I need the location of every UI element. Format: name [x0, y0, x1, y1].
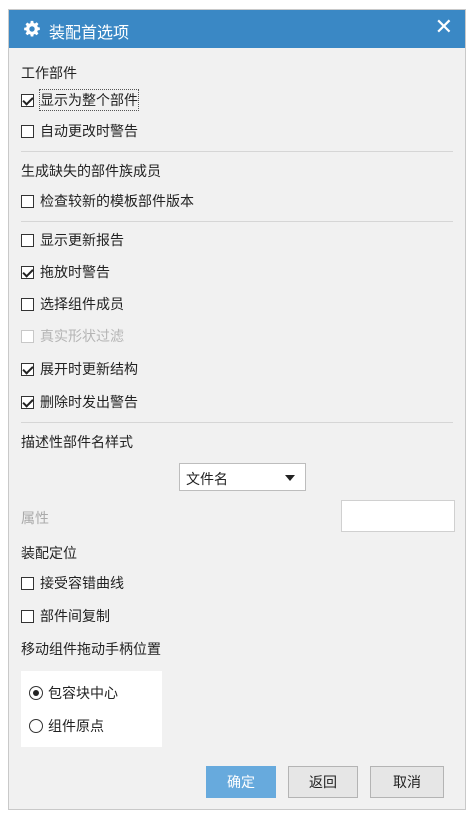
checkbox-label: 删除时发出警告	[40, 395, 138, 411]
display-as-entire-part-checkbox[interactable]: 显示为整个部件	[21, 89, 139, 111]
back-button[interactable]: 返回	[288, 766, 358, 798]
radio-bounding-box-center[interactable]: 包容块中心	[29, 683, 118, 703]
dropdown-value: 文件名	[186, 472, 228, 488]
work-part-label: 工作部件	[21, 66, 77, 82]
positioning-label: 装配定位	[21, 546, 77, 562]
checkbox-label: 接受容错曲线	[40, 576, 124, 592]
checkbox-label: 显示为整个部件	[39, 89, 139, 111]
radio-circle[interactable]	[29, 686, 43, 700]
checkbox-box[interactable]	[21, 265, 34, 279]
divider	[21, 151, 453, 152]
name-style-dropdown[interactable]: 文件名	[179, 463, 306, 491]
select-component-members-checkbox[interactable]: 选择组件成员	[21, 294, 124, 314]
checkbox-box[interactable]	[21, 395, 34, 409]
handle-position-radio-group: 包容块中心 组件原点	[21, 671, 162, 747]
checkbox-label: 显示更新报告	[40, 233, 124, 249]
accept-tolerance-curves-checkbox[interactable]: 接受容错曲线	[21, 573, 124, 593]
checkbox-label: 选择组件成员	[40, 297, 124, 313]
missing-family-label: 生成缺失的部件族成员	[21, 164, 161, 180]
checkbox-label: 拖放时警告	[40, 265, 110, 281]
interpart-copy-checkbox[interactable]: 部件间复制	[21, 606, 110, 626]
warn-on-auto-change-checkbox[interactable]: 自动更改时警告	[21, 121, 138, 141]
handle-position-label: 移动组件拖动手柄位置	[21, 642, 161, 658]
checkbox-box[interactable]	[21, 362, 34, 376]
checkbox-label: 真实形状过滤	[40, 329, 124, 345]
cancel-button[interactable]: 取消	[370, 766, 444, 798]
checkbox-box	[21, 329, 34, 343]
close-icon[interactable]: ✕	[435, 16, 453, 40]
assembly-preferences-dialog: 装配首选项 ✕ 工作部件 显示为整个部件 自动更改时警告 生成缺失的部件族成员 …	[8, 9, 466, 810]
radio-label: 包容块中心	[48, 686, 118, 702]
checkbox-label: 展开时更新结构	[40, 362, 138, 378]
radio-circle[interactable]	[29, 719, 43, 733]
checkbox-label: 检查较新的模板部件版本	[40, 194, 194, 210]
checkbox-box[interactable]	[21, 194, 34, 208]
checkbox-box[interactable]	[21, 124, 34, 138]
warn-on-drag-drop-checkbox[interactable]: 拖放时警告	[21, 262, 110, 282]
gear-icon	[24, 20, 40, 37]
checkbox-box[interactable]	[21, 233, 34, 247]
warn-on-delete-checkbox[interactable]: 删除时发出警告	[21, 392, 138, 412]
update-structure-on-expand-checkbox[interactable]: 展开时更新结构	[21, 359, 138, 379]
title-bar[interactable]: 装配首选项 ✕	[9, 10, 465, 48]
checkbox-box[interactable]	[21, 609, 34, 623]
divider	[21, 221, 453, 222]
dialog-title: 装配首选项	[49, 23, 130, 42]
chevron-down-icon	[285, 475, 295, 481]
checkbox-label: 部件间复制	[40, 609, 110, 625]
divider	[21, 422, 453, 423]
checkbox-box[interactable]	[21, 93, 34, 107]
checkbox-box[interactable]	[21, 297, 34, 311]
radio-component-origin[interactable]: 组件原点	[29, 716, 104, 736]
radio-label: 组件原点	[48, 719, 104, 735]
descriptive-name-label: 描述性部件名样式	[21, 435, 133, 451]
true-shape-filter-checkbox: 真实形状过滤	[21, 326, 124, 346]
show-update-report-checkbox[interactable]: 显示更新报告	[21, 230, 124, 250]
checkbox-label: 自动更改时警告	[40, 124, 138, 140]
attribute-label: 属性	[21, 511, 49, 527]
checkbox-box[interactable]	[21, 576, 34, 590]
ok-button[interactable]: 确定	[206, 766, 276, 798]
attribute-input[interactable]	[341, 500, 455, 532]
check-newer-template-checkbox[interactable]: 检查较新的模板部件版本	[21, 191, 194, 211]
